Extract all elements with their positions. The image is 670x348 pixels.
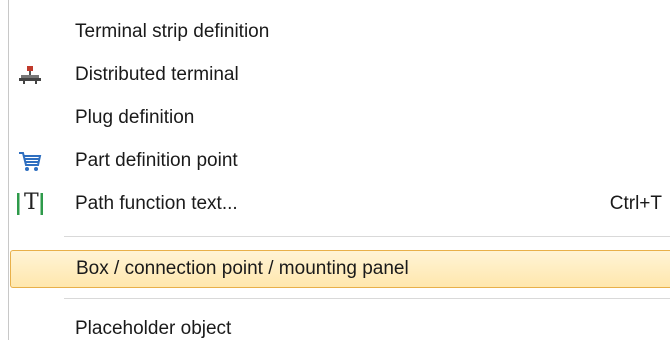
menu-item-label: Box / connection point / mounting panel [76, 258, 409, 279]
menu-item-label: Placeholder object [75, 318, 232, 339]
menu-item-plug-definition[interactable]: Plug definition [10, 99, 670, 137]
menu-item-box-connection-point-mounting-panel[interactable]: Box / connection point / mounting panel [10, 250, 670, 288]
menu-item-label: Terminal strip definition [75, 21, 270, 42]
menu-separator [64, 236, 670, 237]
distributed-terminal-icon [16, 61, 44, 89]
menu-item-placeholder-object[interactable]: Placeholder object [10, 310, 670, 348]
menu-item-part-definition-point[interactable]: Part definition point [10, 142, 670, 180]
menu-item-distributed-terminal[interactable]: Distributed terminal [10, 56, 670, 94]
menu-item-path-function-text[interactable]: T Path function text... Ctrl+T [10, 185, 670, 223]
menu-item-terminal-strip-definition[interactable]: Terminal strip definition [10, 13, 670, 51]
context-menu: Terminal strip definition Distributed te… [0, 0, 670, 340]
menu-item-shortcut: Ctrl+T [609, 193, 662, 214]
menu-item-label: Part definition point [75, 150, 238, 171]
menu-left-border [8, 0, 9, 340]
shopping-cart-icon [16, 147, 44, 175]
text-frame-icon: T [16, 190, 44, 218]
menu-item-label: Path function text... [75, 193, 238, 214]
menu-item-label: Distributed terminal [75, 64, 239, 85]
menu-item-label: Plug definition [75, 107, 195, 128]
menu-separator [64, 298, 670, 299]
text-frame-icon-glyph: T [24, 190, 39, 215]
